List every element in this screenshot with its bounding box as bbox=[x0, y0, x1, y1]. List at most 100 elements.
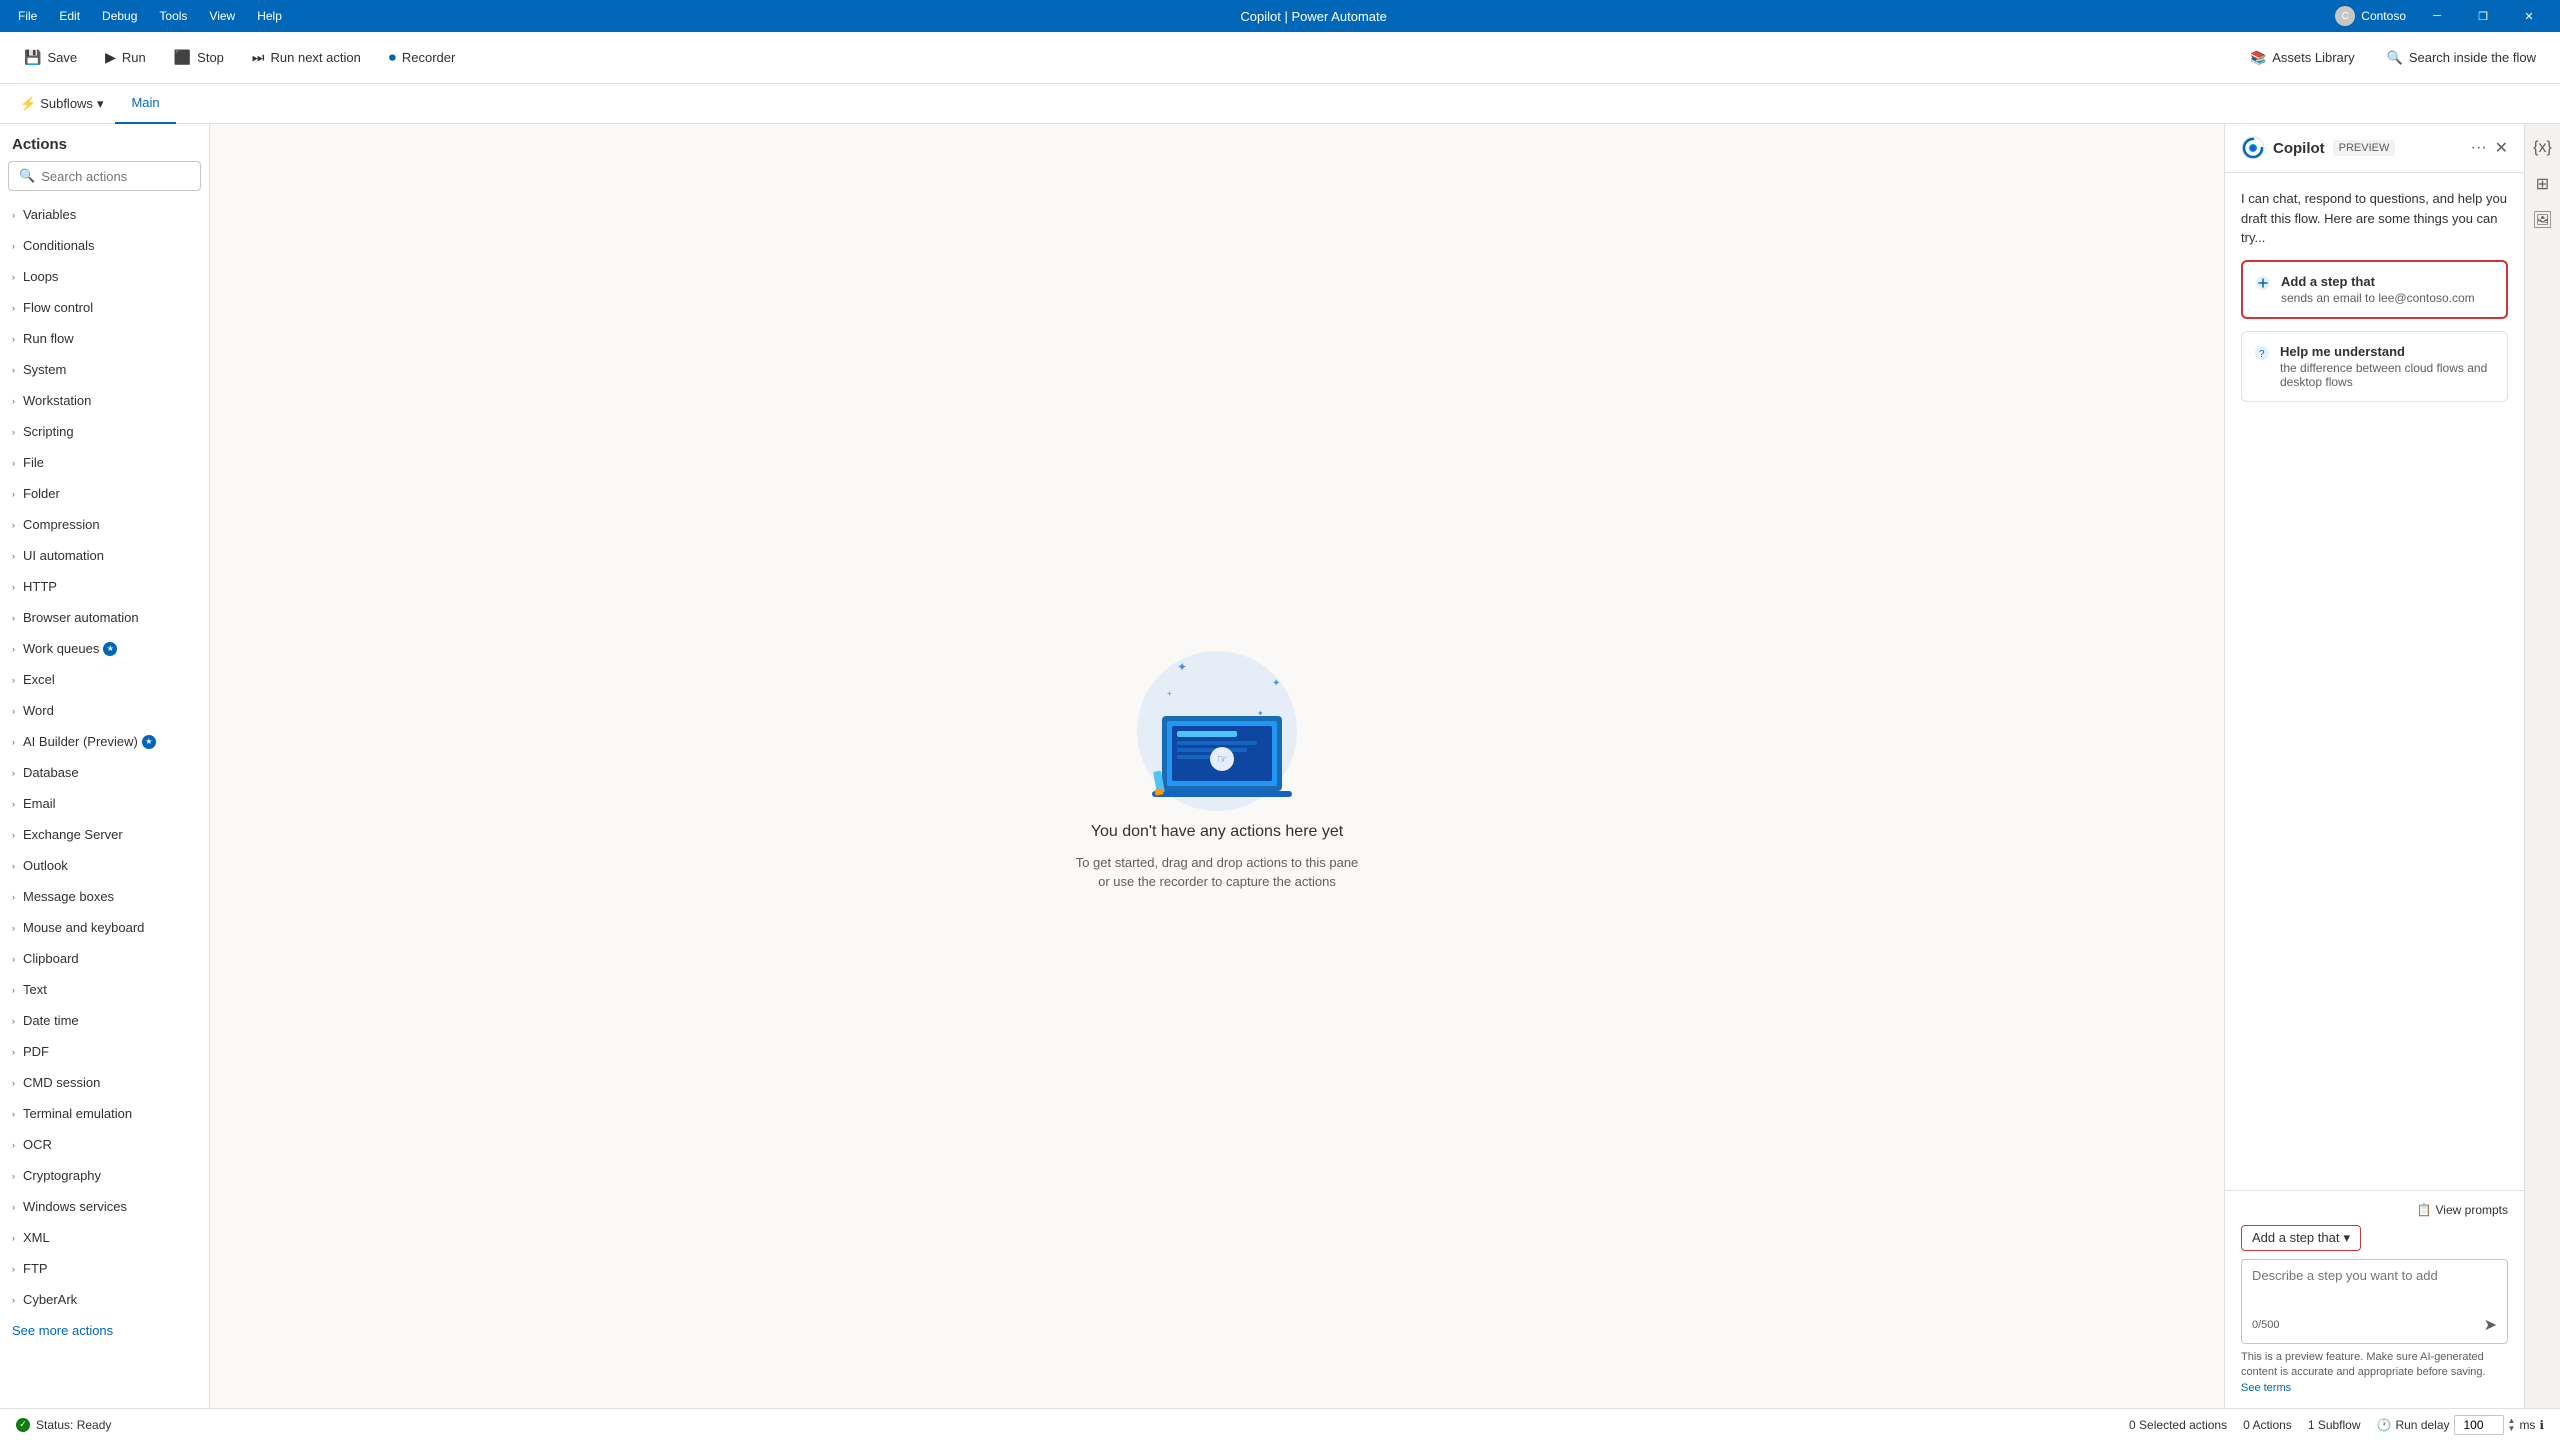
actions-count: 0 Actions bbox=[2243, 1418, 2292, 1432]
copilot-more-button[interactable]: ··· bbox=[2471, 138, 2487, 158]
action-item-variables[interactable]: ›Variables bbox=[0, 199, 209, 230]
see-terms-link[interactable]: See terms bbox=[2241, 1382, 2291, 1394]
add-step-selector[interactable]: Add a step that ▾ bbox=[2241, 1225, 2361, 1251]
right-icon-ui-elements[interactable]: ⊞ bbox=[2527, 168, 2559, 200]
action-item-flow-control[interactable]: ›Flow control bbox=[0, 292, 209, 323]
action-item-text[interactable]: ›Text bbox=[0, 974, 209, 1005]
view-prompts-row: 📋 View prompts bbox=[2241, 1203, 2508, 1217]
actions-sidebar: Actions 🔍 ›Variables ›Conditionals ›Loop… bbox=[0, 124, 210, 1408]
recorder-button[interactable]: ⏺ Recorder bbox=[377, 43, 467, 72]
action-item-terminal-emulation[interactable]: ›Terminal emulation bbox=[0, 1098, 209, 1129]
action-item-scripting[interactable]: ›Scripting bbox=[0, 416, 209, 447]
next-action-button[interactable]: ⏭ Run next action bbox=[240, 43, 373, 72]
save-button[interactable]: 💾 Save bbox=[12, 43, 89, 72]
action-item-date-time[interactable]: ›Date time bbox=[0, 1005, 209, 1036]
action-item-folder[interactable]: ›Folder bbox=[0, 478, 209, 509]
status-dot bbox=[16, 1418, 30, 1432]
toolbar: 💾 Save ▶ Run ⬛ Stop ⏭ Run next action ⏺ … bbox=[0, 32, 2560, 84]
ms-label: ms bbox=[2519, 1418, 2535, 1432]
action-item-word[interactable]: ›Word bbox=[0, 695, 209, 726]
action-item-workstation[interactable]: ›Workstation bbox=[0, 385, 209, 416]
chevron-right-icon: › bbox=[12, 365, 15, 375]
subflows-label: Subflows bbox=[40, 96, 93, 111]
action-item-clipboard[interactable]: ›Clipboard bbox=[0, 943, 209, 974]
chevron-right-icon: › bbox=[12, 861, 15, 871]
chevron-right-icon: › bbox=[12, 954, 15, 964]
action-item-windows-services[interactable]: ›Windows services bbox=[0, 1191, 209, 1222]
action-item-ocr[interactable]: ›OCR bbox=[0, 1129, 209, 1160]
chevron-right-icon: › bbox=[12, 985, 15, 995]
action-item-excel[interactable]: ›Excel bbox=[0, 664, 209, 695]
chevron-right-icon: › bbox=[12, 396, 15, 406]
tab-bar: ⚡ Subflows ▾ Main bbox=[0, 84, 2560, 124]
menu-bar: File Edit Debug Tools View Help bbox=[8, 5, 292, 27]
chevron-right-icon: › bbox=[12, 1047, 15, 1057]
menu-tools[interactable]: Tools bbox=[149, 5, 197, 27]
action-item-message-boxes[interactable]: ›Message boxes bbox=[0, 881, 209, 912]
stop-button[interactable]: ⬛ Stop bbox=[162, 43, 236, 72]
right-icon-images[interactable]: 🖼 bbox=[2527, 204, 2559, 236]
menu-help[interactable]: Help bbox=[247, 5, 292, 27]
action-item-run-flow[interactable]: ›Run flow bbox=[0, 323, 209, 354]
status-label: Status: Ready bbox=[36, 1418, 111, 1432]
action-item-outlook[interactable]: ›Outlook bbox=[0, 850, 209, 881]
action-item-exchange-server[interactable]: ›Exchange Server bbox=[0, 819, 209, 850]
search-actions-input[interactable] bbox=[41, 169, 190, 184]
run-button[interactable]: ▶ Run bbox=[93, 43, 158, 72]
view-prompts-button[interactable]: 📋 View prompts bbox=[2417, 1203, 2508, 1217]
action-item-browser-automation[interactable]: ›Browser automation bbox=[0, 602, 209, 633]
tab-main[interactable]: Main bbox=[115, 84, 175, 124]
see-more-actions[interactable]: See more actions bbox=[0, 1315, 209, 1346]
action-item-ui-automation[interactable]: ›UI automation bbox=[0, 540, 209, 571]
maximize-button[interactable]: ❐ bbox=[2460, 0, 2506, 32]
action-item-cmd-session[interactable]: ›CMD session bbox=[0, 1067, 209, 1098]
action-item-email[interactable]: ›Email bbox=[0, 788, 209, 819]
action-item-pdf[interactable]: ›PDF bbox=[0, 1036, 209, 1067]
chevron-right-icon: › bbox=[12, 1078, 15, 1088]
action-item-cryptography[interactable]: ›Cryptography bbox=[0, 1160, 209, 1191]
action-item-compression[interactable]: ›Compression bbox=[0, 509, 209, 540]
action-item-system[interactable]: ›System bbox=[0, 354, 209, 385]
minimize-button[interactable]: ─ bbox=[2414, 0, 2460, 32]
menu-file[interactable]: File bbox=[8, 5, 47, 27]
action-item-loops[interactable]: ›Loops bbox=[0, 261, 209, 292]
action-item-work-queues[interactable]: ›Work queues★ bbox=[0, 633, 209, 664]
copilot-close-button[interactable]: ✕ bbox=[2495, 138, 2508, 158]
menu-view[interactable]: View bbox=[199, 5, 245, 27]
work-queues-badge: ★ bbox=[103, 642, 117, 656]
suggestion-add-step[interactable]: Add a step that sends an email to lee@co… bbox=[2241, 260, 2508, 319]
action-item-database[interactable]: ›Database bbox=[0, 757, 209, 788]
close-button[interactable]: ✕ bbox=[2506, 0, 2552, 32]
action-item-conditionals[interactable]: ›Conditionals bbox=[0, 230, 209, 261]
chevron-right-icon: › bbox=[12, 892, 15, 902]
action-item-ftp[interactable]: ›FTP bbox=[0, 1253, 209, 1284]
statusbar-right: 0 Selected actions 0 Actions 1 Subflow 🕐… bbox=[2129, 1415, 2544, 1435]
run-delay-input[interactable] bbox=[2454, 1415, 2504, 1435]
copilot-input-footer: 0/500 ➤ bbox=[2252, 1315, 2497, 1335]
chevron-right-icon: › bbox=[12, 706, 15, 716]
action-item-xml[interactable]: ›XML bbox=[0, 1222, 209, 1253]
subflows-button[interactable]: ⚡ Subflows ▾ bbox=[8, 88, 115, 120]
copilot-header: Copilot PREVIEW ··· ✕ bbox=[2225, 124, 2524, 173]
chevron-right-icon: › bbox=[12, 1016, 15, 1026]
clock-icon: 🕐 bbox=[2377, 1418, 2392, 1432]
send-button[interactable]: ➤ bbox=[2484, 1315, 2497, 1335]
user-name: Contoso bbox=[2361, 9, 2406, 23]
copilot-input-area: 0/500 ➤ bbox=[2241, 1259, 2508, 1344]
search-flow-button[interactable]: 🔍 Search inside the flow bbox=[2375, 44, 2548, 72]
action-item-ai-builder[interactable]: ›AI Builder (Preview)★ bbox=[0, 726, 209, 757]
menu-debug[interactable]: Debug bbox=[92, 5, 147, 27]
suggestion-help-understand[interactable]: ? Help me understand the difference betw… bbox=[2241, 331, 2508, 402]
action-item-mouse-keyboard[interactable]: ›Mouse and keyboard bbox=[0, 912, 209, 943]
action-item-cyberark[interactable]: ›CyberArk bbox=[0, 1284, 209, 1315]
menu-edit[interactable]: Edit bbox=[49, 5, 90, 27]
spinner-down[interactable]: ▼ bbox=[2508, 1425, 2516, 1433]
action-item-http[interactable]: ›HTTP bbox=[0, 571, 209, 602]
copilot-text-input[interactable] bbox=[2252, 1268, 2497, 1308]
save-label: Save bbox=[47, 50, 77, 65]
action-item-file[interactable]: ›File bbox=[0, 447, 209, 478]
right-icon-variables[interactable]: {x} bbox=[2527, 132, 2559, 164]
chevron-right-icon: › bbox=[12, 1264, 15, 1274]
assets-library-button[interactable]: 📚 Assets Library bbox=[2238, 44, 2367, 72]
add-step-icon bbox=[2255, 275, 2271, 296]
